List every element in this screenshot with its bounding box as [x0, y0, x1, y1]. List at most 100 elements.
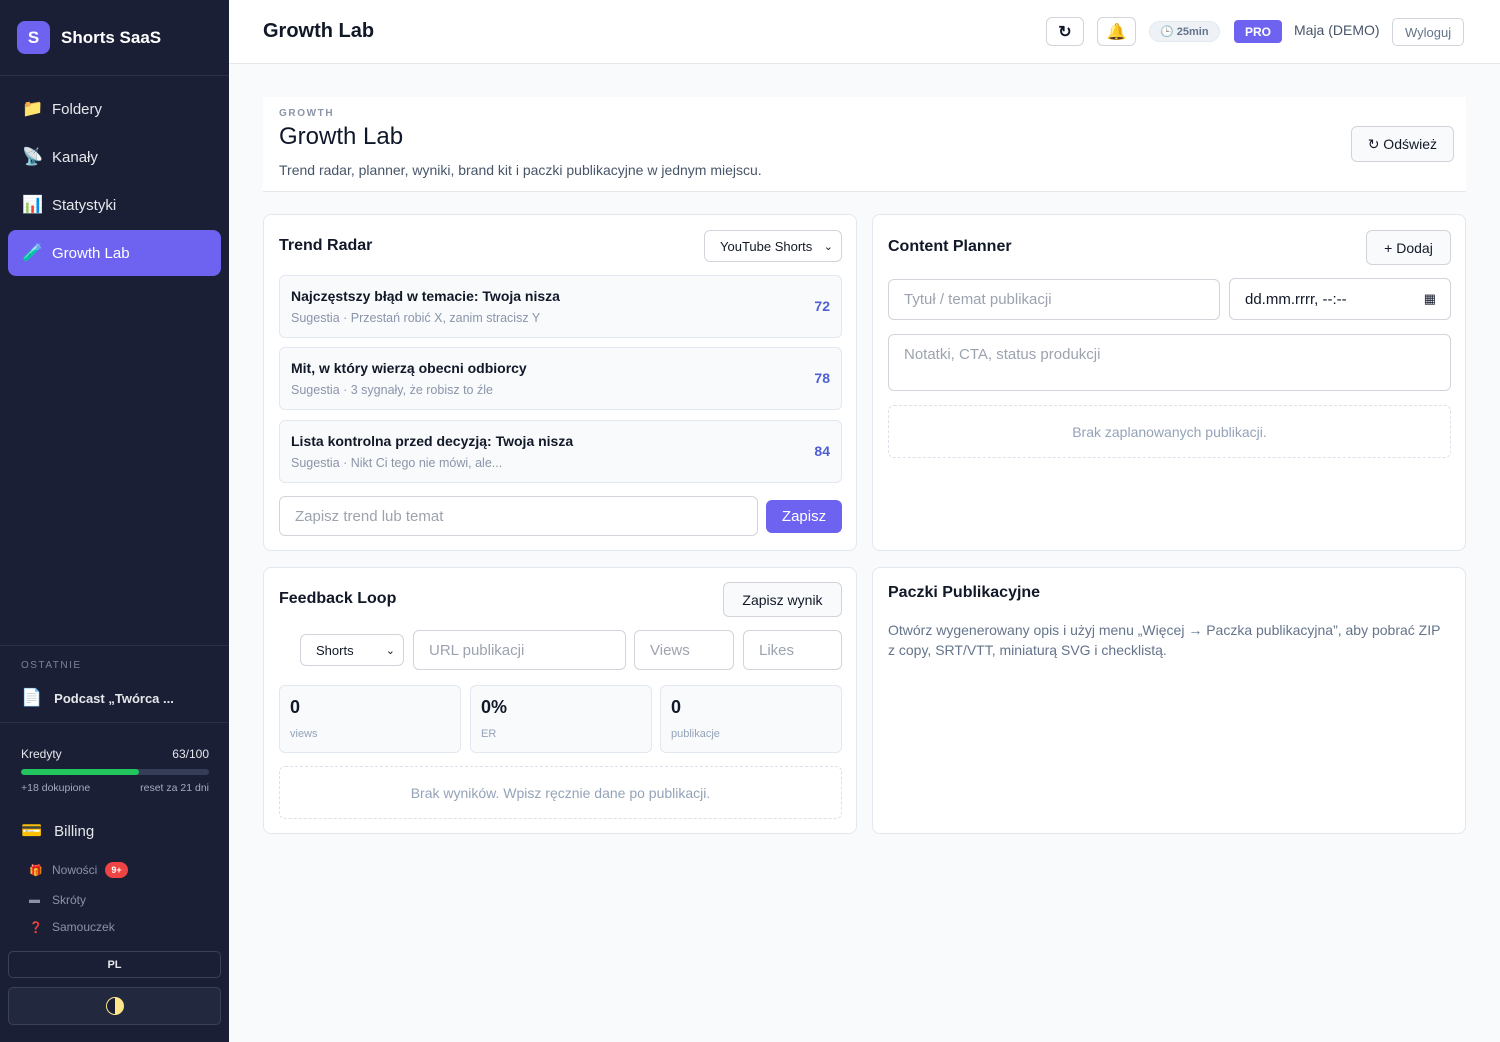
stat-card: 0% ER	[470, 685, 652, 753]
trend-subtitle: Sugestia · Przestań robić X, zanim strac…	[291, 311, 541, 325]
sidebar-item-statistics[interactable]: 📊 Statystyki	[8, 182, 221, 228]
theme-icon	[105, 997, 124, 1015]
logout-button[interactable]: Wyloguj	[1392, 18, 1465, 46]
brand-name: Shorts SaaS	[61, 27, 162, 47]
section-title: Growth Lab	[279, 123, 404, 150]
save-result-button[interactable]: Zapisz wynik	[723, 582, 842, 617]
divider	[0, 722, 229, 723]
sidebar-item-label: Statystyki	[52, 196, 117, 214]
brand[interactable]: S Shorts SaaS	[0, 0, 229, 76]
sidebar-nav: 📁 Foldery 📡 Kanały 📊 Statystyki 🧪 Growth…	[0, 76, 229, 288]
topbar: Growth Lab ↻ 🔔 🕒 25min PRO Maja (DEMO) W…	[229, 0, 1500, 64]
platform-select-value: YouTube Shorts	[720, 238, 813, 254]
trend-subtitle: Sugestia · 3 sygnały, że robisz to źle	[291, 383, 493, 397]
credits-progress-fill	[21, 769, 140, 775]
plan-badge: PRO	[1234, 20, 1283, 43]
news-link[interactable]: 🎁 Nowości 9+	[29, 862, 128, 878]
planner-empty-state: Brak zaplanowanych publikacji.	[888, 405, 1451, 458]
refresh-icon-button[interactable]: ↻	[1046, 17, 1084, 46]
recent-item-label: Podcast „Twórca ...	[54, 690, 174, 706]
stat-value: 0	[671, 697, 682, 717]
page-title: Growth Lab	[263, 20, 375, 42]
stat-label: ER	[481, 728, 497, 740]
sidebar-item-folders[interactable]: 📁 Foldery	[8, 86, 221, 132]
trend-item[interactable]: Najczęstszy błąd w temacie: Twoja nisza …	[279, 275, 842, 338]
question-icon: ❓	[29, 921, 43, 934]
trend-title: Lista kontrolna przed decyzją: Twoja nis…	[291, 433, 574, 449]
theme-toggle-button[interactable]	[8, 987, 221, 1025]
trend-score: 78	[814, 370, 830, 386]
section-description: Trend radar, planner, wyniki, brand kit …	[279, 162, 762, 178]
results-empty-state: Brak wyników. Wpisz ręcznie dane po publ…	[279, 766, 842, 819]
bell-icon: 🔔	[1106, 23, 1127, 41]
shortcuts-link[interactable]: ▬ Skróty	[29, 893, 86, 907]
tutorial-label: Samouczek	[52, 920, 115, 934]
content-planner-title: Content Planner	[888, 238, 1012, 255]
trend-score: 72	[814, 298, 830, 314]
divider	[0, 645, 229, 646]
tutorial-link[interactable]: ❓ Samouczek	[29, 920, 115, 934]
publication-title-input[interactable]: Tytuł / temat publikacji	[888, 279, 1220, 320]
trend-subtitle: Sugestia · Nikt Ci tego nie mówi, ale...	[291, 456, 503, 470]
calendar-icon: ▦	[1423, 291, 1436, 306]
stat-card: 0 publikacje	[660, 685, 842, 753]
trend-radar-title: Trend Radar	[279, 237, 373, 254]
gift-icon: 🎁	[29, 864, 43, 877]
likes-input[interactable]: Likes	[743, 630, 842, 670]
sidebar: S Shorts SaaS 📁 Foldery 📡 Kanały 📊 Staty…	[0, 0, 229, 1042]
trend-score: 84	[814, 443, 830, 459]
stat-label: publikacje	[671, 728, 720, 740]
trend-title: Najczęstszy błąd w temacie: Twoja nisza	[291, 288, 560, 304]
folder-icon: 📁	[22, 99, 44, 118]
language-button[interactable]: PL	[8, 951, 221, 978]
sidebar-item-billing[interactable]: 💳 Billing	[21, 821, 94, 841]
feedback-loop-title: Feedback Loop	[279, 590, 397, 607]
brand-logo: S	[17, 21, 50, 54]
test-tube-icon: 🧪	[22, 243, 44, 262]
credits-reset: reset za 21 dni	[140, 782, 209, 794]
chevron-down-icon: ⌄	[385, 644, 395, 657]
publication-notes-textarea[interactable]: Notatki, CTA, status produkcji	[888, 334, 1451, 391]
stat-value: 0%	[481, 697, 508, 717]
credits-bought: +18 dokupione	[21, 782, 91, 794]
trend-item[interactable]: Mit, w który wierzą obecni odbiorcy Suge…	[279, 347, 842, 410]
add-publication-button[interactable]: + Dodaj	[1366, 230, 1451, 265]
sidebar-item-label: Foldery	[52, 100, 103, 118]
credits-label: Kredyty	[21, 747, 62, 761]
publication-url-input[interactable]: URL publikacji	[413, 630, 626, 670]
publication-packs-description: Otwórz wygenerowany opis i użyj menu „Wi…	[888, 622, 1441, 658]
refresh-icon: ↻	[1058, 23, 1072, 41]
trend-item[interactable]: Lista kontrolna przed decyzją: Twoja nis…	[279, 420, 842, 483]
credits-progress-bar	[21, 769, 209, 775]
page-header: GROWTH Growth Lab Trend radar, planner, …	[263, 97, 1466, 192]
content-planner-card: Content Planner + Dodaj Tytuł / temat pu…	[872, 214, 1466, 551]
format-select[interactable]: Shorts ⌄	[300, 634, 404, 666]
save-trend-button[interactable]: Zapisz	[766, 500, 842, 533]
trend-title: Mit, w który wierzą obecni odbiorcy	[291, 360, 527, 376]
publication-packs-title: Paczki Publikacyjne	[888, 584, 1041, 601]
sidebar-item-growth-lab[interactable]: 🧪 Growth Lab	[8, 230, 221, 276]
publication-date-input[interactable]: dd.mm.rrrr, --:-- ▦	[1229, 278, 1451, 320]
publication-packs-card: Paczki Publikacyjne Otwórz wygenerowany …	[872, 567, 1466, 834]
sidebar-item-channels[interactable]: 📡 Kanały	[8, 134, 221, 180]
stat-label: views	[290, 728, 318, 740]
date-placeholder: dd.mm.rrrr, --:--	[1245, 290, 1347, 308]
billing-label: Billing	[54, 822, 95, 840]
format-select-value: Shorts	[316, 642, 354, 658]
section-eyebrow: GROWTH	[279, 108, 335, 119]
chevron-down-icon: ⌄	[823, 240, 833, 253]
notifications-button[interactable]: 🔔	[1097, 17, 1136, 46]
platform-select[interactable]: YouTube Shorts ⌄	[704, 230, 842, 262]
news-label: Nowości	[52, 863, 98, 877]
user-name: Maja (DEMO)	[1294, 22, 1380, 38]
trend-radar-card: Trend Radar YouTube Shorts ⌄ Najczęstszy…	[263, 214, 857, 551]
refresh-button[interactable]: ↻ Odśwież	[1350, 126, 1454, 162]
feedback-loop-card: Feedback Loop Zapisz wynik Shorts ⌄ URL …	[263, 567, 857, 834]
sidebar-item-label: Growth Lab	[52, 244, 130, 262]
bar-chart-icon: 📊	[22, 195, 44, 214]
views-input[interactable]: Views	[634, 630, 734, 670]
trend-input[interactable]: Zapisz trend lub temat	[279, 496, 758, 536]
shortcuts-label: Skróty	[52, 893, 87, 907]
recent-item[interactable]: 📄 Podcast „Twórca ...	[21, 688, 174, 708]
stat-value: 0	[290, 697, 301, 717]
